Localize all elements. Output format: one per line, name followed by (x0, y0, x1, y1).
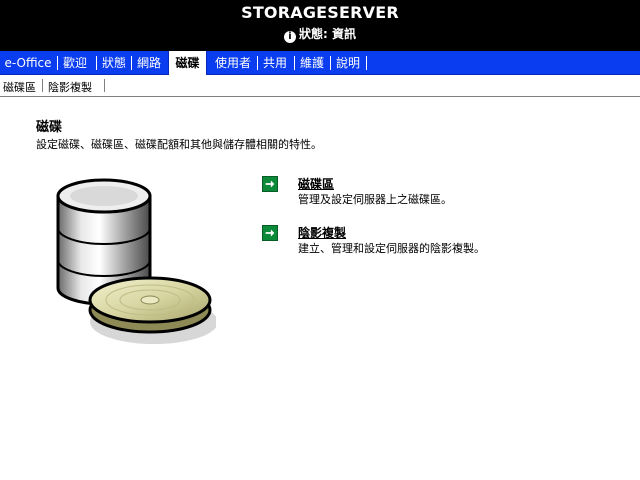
volumes-description: 管理及設定伺服器上之磁碟區。 (298, 193, 452, 206)
subnav-volumes[interactable]: 磁碟區 (3, 79, 36, 95)
shadow-copies-link[interactable]: 陰影複製 (298, 224, 346, 241)
sub-navigation: 磁碟區 陰影複製 (0, 76, 640, 97)
tab-separator (96, 56, 97, 70)
subnav-shadow-copies[interactable]: 陰影複製 (48, 79, 92, 95)
tab-separator (330, 56, 331, 70)
storage-disk-illustration (56, 178, 216, 344)
page-title: 磁碟 (36, 120, 63, 135)
tab-maintenance[interactable]: 維護 (296, 51, 328, 75)
subnav-separator (42, 79, 43, 92)
subnav-separator (104, 79, 105, 92)
tab-status[interactable]: 狀態 (98, 51, 130, 75)
tab-separator (131, 56, 132, 70)
status-value[interactable]: 資訊 (332, 27, 356, 41)
tab-shares[interactable]: 共用 (259, 51, 291, 75)
status-label: 狀態: (298, 27, 328, 41)
header-bar: STORAGESERVER i 狀態: 資訊 (0, 0, 640, 51)
green-arrow-icon[interactable] (262, 176, 278, 192)
tab-e-office[interactable]: e-Office (0, 51, 56, 75)
main-tab-bar: e-Office 歡迎 狀態 網路 磁碟 使用者 共用 維護 說明 (0, 51, 640, 75)
info-icon: i (283, 31, 296, 43)
shadow-copies-description: 建立、管理和設定伺服器的陰影複製。 (298, 242, 485, 255)
status-line: i 狀態: 資訊 (0, 25, 640, 43)
tab-separator (57, 56, 58, 70)
volumes-link[interactable]: 磁碟區 (298, 175, 334, 192)
tab-separator (257, 56, 258, 70)
green-arrow-icon[interactable] (262, 225, 278, 241)
tab-welcome[interactable]: 歡迎 (59, 51, 91, 75)
tab-separator (366, 56, 367, 70)
tab-users[interactable]: 使用者 (210, 51, 256, 75)
tab-disks[interactable]: 磁碟 (168, 51, 207, 75)
tab-separator (294, 56, 295, 70)
server-name: STORAGESERVER (241, 3, 399, 22)
page-description: 設定磁碟、磁碟區、磁碟配額和其他與儲存體相關的特性。 (36, 138, 322, 151)
tab-network[interactable]: 網路 (133, 51, 165, 75)
tab-help[interactable]: 說明 (332, 51, 364, 75)
